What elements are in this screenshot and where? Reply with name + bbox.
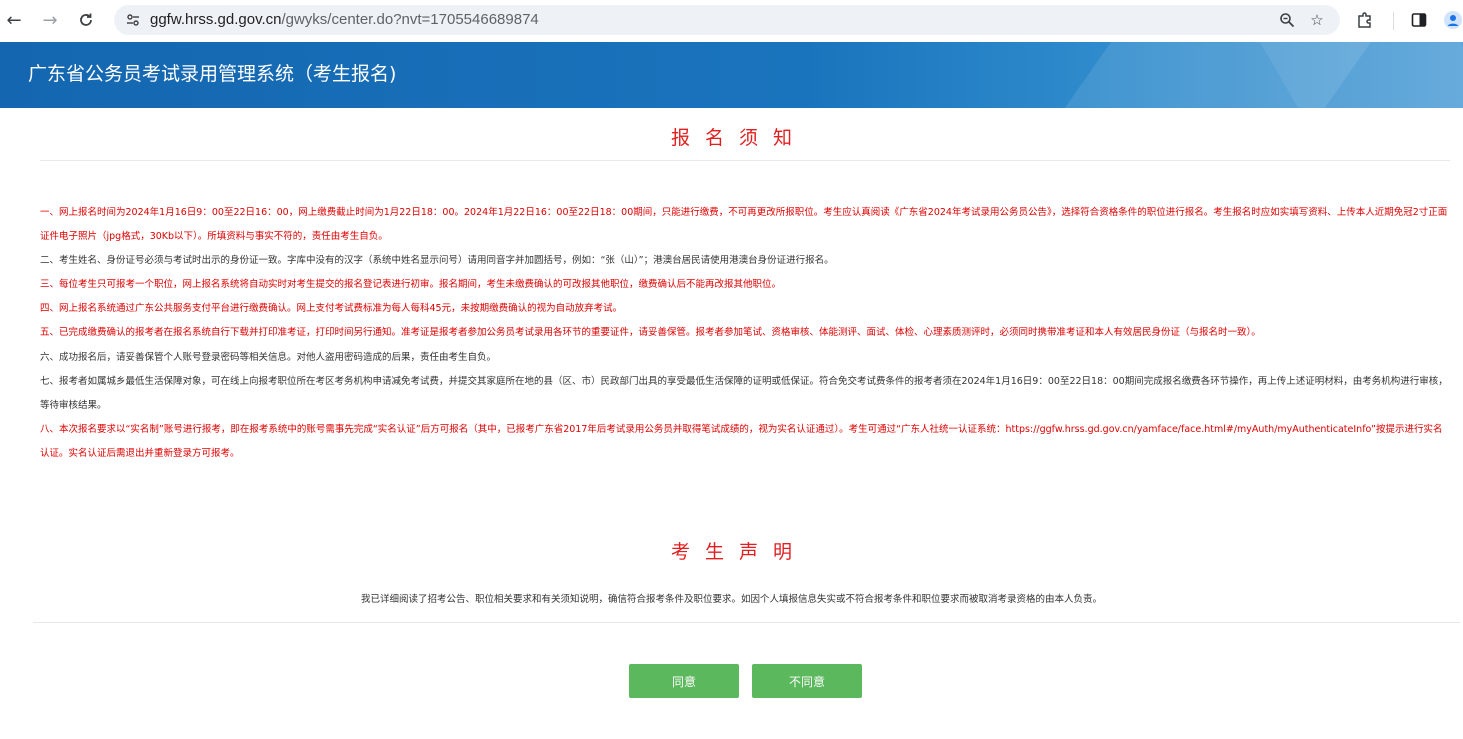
notice-item: 七、报考者如属城乡最低生活保障对象，可在线上向报考职位所在考区考务机构申请减免考… — [40, 375, 1448, 411]
notice-list: 一、网上报名时间为2024年1月16日9：00至22日16：00，网上缴费截止时… — [40, 201, 1450, 466]
notice-item: 二、考生姓名、身份证号必须与考试时出示的身份证一致。字库中没有的汉字（系统中姓名… — [40, 255, 834, 267]
zoom-icon[interactable] — [1278, 11, 1296, 29]
notice-item: 四、网上报名系统通过广东公共服务支付平台进行缴费确认。网上支付考试费标准为每人每… — [40, 303, 623, 315]
toolbar-divider — [1393, 12, 1394, 30]
forward-icon[interactable]: → — [38, 8, 62, 32]
notice-item: 五、已完成缴费确认的报考者在报名系统自行下载并打印准考证，打印时间另行通知。准考… — [40, 327, 1261, 339]
back-icon[interactable]: ← — [2, 8, 26, 32]
agree-button[interactable]: 同意 — [629, 664, 739, 698]
reload-icon[interactable] — [74, 8, 98, 32]
divider — [40, 160, 1450, 161]
browser-toolbar: ← → ggfw.hrss.gd.gov.cn/gwyks/center.do?… — [0, 0, 1463, 42]
side-panel-icon[interactable] — [1408, 9, 1430, 31]
site-header: 广东省公务员考试录用管理系统（考生报名) — [0, 42, 1463, 108]
statement-text: 我已详细阅读了招考公告、职位相关要求和有关须知说明，确信符合报考条件及职位要求。… — [360, 594, 1102, 605]
notice-item: 八、本次报名要求以“实名制”账号进行报考，即在报考系统中的账号需事先完成“实名认… — [40, 423, 1443, 459]
url-text[interactable]: ggfw.hrss.gd.gov.cn/gwyks/center.do?nvt=… — [150, 11, 539, 29]
url-path: /gwyks/center.do?nvt=1705546689874 — [281, 11, 539, 28]
notice-item: 六、成功报名后，请妥善保管个人账号登录密码等相关信息。对他人盗用密码造成的后果，… — [40, 351, 497, 363]
site-info-icon[interactable] — [124, 11, 142, 29]
notice-title: 报名须知 — [670, 127, 807, 149]
profile-icon[interactable] — [1442, 9, 1463, 31]
notice-item: 三、每位考生只可报考一个职位，网上报名系统将自动实时对考生提交的报名登记表进行初… — [40, 279, 782, 291]
extensions-icon[interactable] — [1354, 9, 1376, 31]
star-icon[interactable]: ☆ — [1308, 11, 1326, 29]
divider — [33, 622, 1460, 623]
statement-title: 考生声明 — [670, 541, 807, 563]
notice-item: 一、网上报名时间为2024年1月16日9：00至22日16：00，网上缴费截止时… — [40, 207, 1448, 243]
disagree-button[interactable]: 不同意 — [752, 664, 862, 698]
url-host: ggfw.hrss.gd.gov.cn — [150, 11, 282, 28]
address-bar[interactable]: ggfw.hrss.gd.gov.cn/gwyks/center.do?nvt=… — [114, 5, 1340, 35]
site-title: 广东省公务员考试录用管理系统（考生报名) — [28, 63, 397, 85]
